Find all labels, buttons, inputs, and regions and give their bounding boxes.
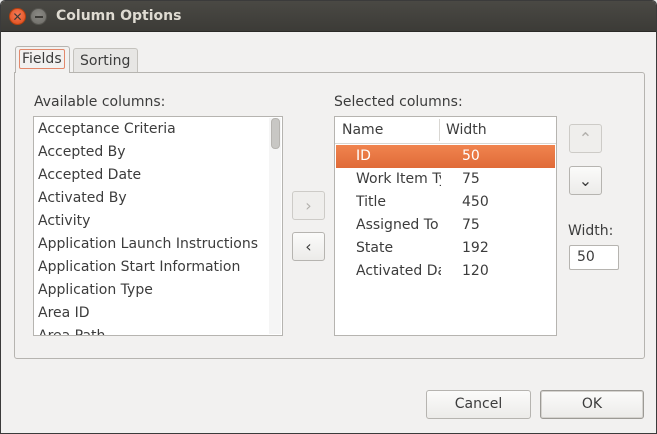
chevron-left-icon: ‹ — [305, 237, 312, 256]
remove-column-button[interactable]: ‹ — [292, 232, 325, 261]
list-item[interactable]: Accepted By — [34, 141, 282, 164]
header-name[interactable]: Name — [342, 117, 383, 143]
width-input[interactable]: 50 — [569, 245, 619, 270]
move-up-button[interactable]: ⌃ — [569, 124, 602, 153]
available-columns-label: Available columns: — [34, 94, 166, 110]
cancel-button[interactable]: Cancel — [426, 390, 531, 419]
table-row[interactable]: State 192 — [336, 237, 555, 260]
cell-name: Assigned To — [356, 217, 439, 233]
move-down-button[interactable]: ⌄ — [569, 166, 602, 195]
list-item[interactable]: Application Start Information — [34, 256, 282, 279]
cell-name: Activated Date — [356, 263, 441, 279]
list-item[interactable]: Activated By — [34, 187, 282, 210]
chevron-up-icon: ⌃ — [578, 129, 593, 148]
close-icon: ✕ — [12, 9, 23, 24]
window-title: Column Options — [56, 8, 182, 24]
cell-width: 75 — [462, 171, 480, 187]
list-item[interactable]: Acceptance Criteria — [34, 118, 282, 141]
table-row[interactable]: Title 450 — [336, 191, 555, 214]
chevron-right-icon: › — [305, 196, 312, 215]
cell-name: State — [356, 240, 394, 256]
minimize-icon — [34, 15, 43, 18]
tab-sorting-label: Sorting — [80, 53, 131, 69]
cell-name: Work Item Type — [356, 171, 441, 187]
cell-width: 75 — [462, 217, 480, 233]
table-row[interactable]: Assigned To 75 — [336, 214, 555, 237]
table-row[interactable]: ID 50 — [336, 145, 555, 168]
add-column-button[interactable]: › — [292, 191, 325, 220]
header-width[interactable]: Width — [446, 117, 487, 143]
list-item[interactable]: Application Launch Instructions — [34, 233, 282, 256]
list-item[interactable]: Area ID — [34, 302, 282, 325]
table-row[interactable]: Work Item Type 75 — [336, 168, 555, 191]
titlebar: ✕ Column Options — [1, 1, 656, 32]
minimize-window-button[interactable] — [30, 8, 47, 25]
table-row[interactable]: Activated Date 120 — [336, 260, 555, 283]
list-item[interactable]: Area Path — [34, 325, 282, 335]
cell-width: 120 — [462, 263, 489, 279]
cell-width: 192 — [462, 240, 489, 256]
tab-fields-label: Fields — [19, 49, 65, 69]
selected-columns-table[interactable]: Name Width ID 50 Work Item Type 75 Title 450 A… — [334, 116, 557, 336]
chevron-down-icon: ⌄ — [578, 171, 593, 190]
table-header: Name Width — [335, 117, 556, 144]
width-label: Width: — [568, 223, 614, 239]
cell-name: Title — [356, 194, 387, 210]
cell-name: ID — [356, 148, 371, 164]
header-divider[interactable] — [439, 119, 440, 141]
scrollbar-thumb[interactable] — [271, 118, 280, 149]
available-columns-list[interactable]: Acceptance Criteria Accepted By Accepted D… — [33, 116, 283, 336]
list-item[interactable]: Application Type — [34, 279, 282, 302]
list-item[interactable]: Accepted Date — [34, 164, 282, 187]
list-item[interactable]: Activity — [34, 210, 282, 233]
tab-fields[interactable]: Fields — [15, 46, 70, 73]
selected-columns-label: Selected columns: — [334, 94, 463, 110]
ok-button[interactable]: OK — [540, 390, 644, 419]
cell-width: 50 — [462, 148, 480, 164]
available-list-scrollbar[interactable] — [269, 118, 281, 334]
cell-width: 450 — [462, 194, 489, 210]
column-options-dialog: ✕ Column Options Fields Sorting Availabl… — [0, 0, 657, 434]
close-window-button[interactable]: ✕ — [9, 8, 26, 25]
tab-sorting[interactable]: Sorting — [73, 48, 138, 74]
